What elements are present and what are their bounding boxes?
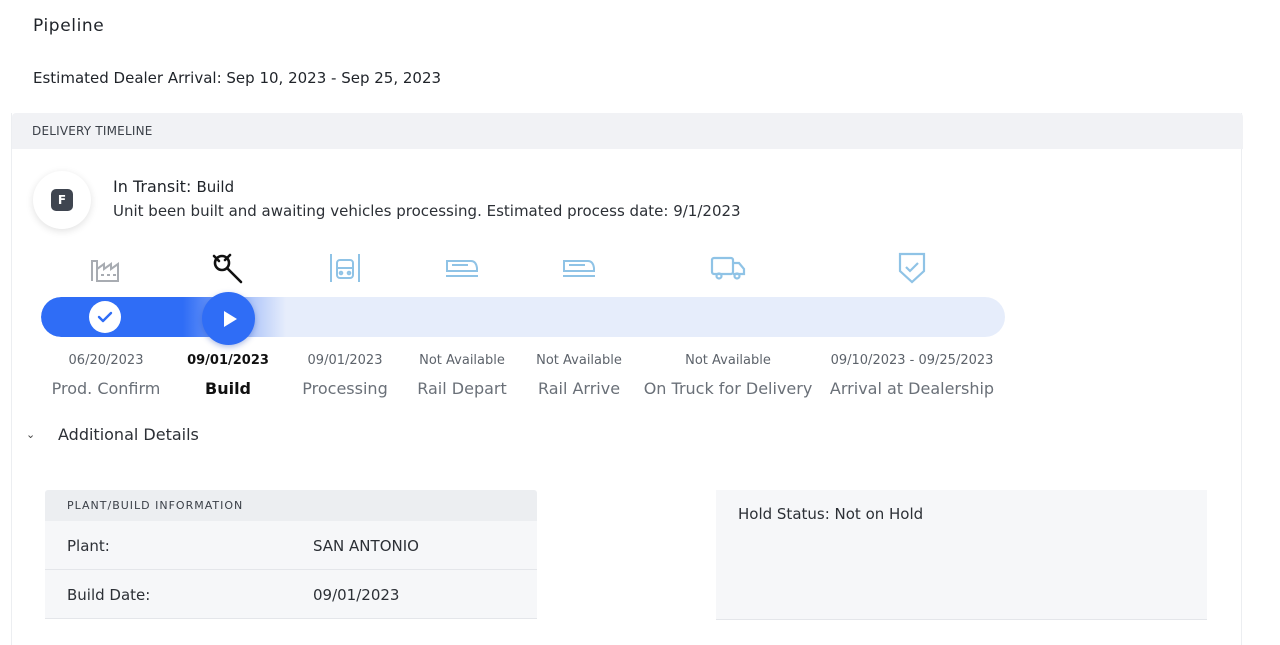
hold-status: Hold Status: Not on Hold	[738, 505, 924, 523]
chevron-down-icon[interactable]: ⌄	[26, 428, 58, 441]
status-prefix: In Transit:	[113, 177, 192, 196]
estimated-arrival: Estimated Dealer Arrival: Sep 10, 2023 -…	[33, 69, 442, 87]
plant-build-info: PLANT/BUILD INFORMATION Plant: SAN ANTON…	[45, 490, 537, 620]
step-label-build[interactable]: Build	[205, 379, 251, 398]
step-complete-marker	[89, 301, 121, 333]
check-icon	[97, 311, 113, 323]
step-label-on-truck[interactable]: On Truck for Delivery	[644, 379, 813, 398]
build-date-value: 09/01/2023	[313, 586, 400, 604]
progress-track	[41, 297, 1005, 337]
card-header: DELIVERY TIMELINE	[12, 113, 1243, 149]
train-icon	[559, 250, 599, 286]
table-row: Plant: SAN ANTONIO	[45, 521, 537, 570]
step-label-processing[interactable]: Processing	[302, 379, 387, 398]
additional-details-label[interactable]: Additional Details	[58, 425, 199, 444]
page-title: Pipeline	[33, 16, 105, 36]
processing-icon	[325, 250, 365, 286]
step-label-rail-arrive[interactable]: Rail Arrive	[538, 379, 620, 398]
hold-status-panel: Hold Status: Not on Hold	[716, 490, 1207, 620]
step-date: 09/01/2023	[187, 353, 269, 368]
table-row: Build Date: 09/01/2023	[45, 570, 537, 619]
step-label-arrival-dealership[interactable]: Arrival at Dealership	[830, 379, 994, 398]
additional-details-toggle[interactable]: ⌄ Additional Details	[26, 424, 199, 444]
shield-check-icon	[892, 250, 932, 286]
step-current-marker	[202, 292, 255, 345]
truck-icon	[708, 250, 748, 286]
plant-build-header: PLANT/BUILD INFORMATION	[45, 490, 537, 521]
step-label-rail-depart[interactable]: Rail Depart	[417, 379, 507, 398]
avatar-letter: F	[51, 189, 73, 211]
status-avatar: F	[33, 171, 91, 229]
build-date-key: Build Date:	[67, 586, 151, 604]
status-stage: Build	[196, 178, 235, 196]
step-label-prod-confirm[interactable]: Prod. Confirm	[52, 379, 161, 398]
factory-icon	[86, 250, 126, 286]
status-description: Unit been built and awaiting vehicles pr…	[113, 202, 741, 220]
plant-key: Plant:	[67, 537, 110, 555]
play-icon	[223, 310, 237, 327]
step-date: Not Available	[536, 353, 622, 368]
step-date: 06/20/2023	[68, 353, 144, 368]
step-date: 09/01/2023	[307, 353, 383, 368]
step-date: 09/10/2023 - 09/25/2023	[830, 353, 994, 368]
train-icon	[442, 250, 482, 286]
step-date: Not Available	[685, 353, 771, 368]
card-header-title: DELIVERY TIMELINE	[32, 124, 153, 138]
wrench-icon	[208, 250, 248, 286]
status-line: In Transit: Build	[113, 177, 234, 196]
step-date: Not Available	[419, 353, 505, 368]
plant-value: SAN ANTONIO	[313, 537, 419, 555]
